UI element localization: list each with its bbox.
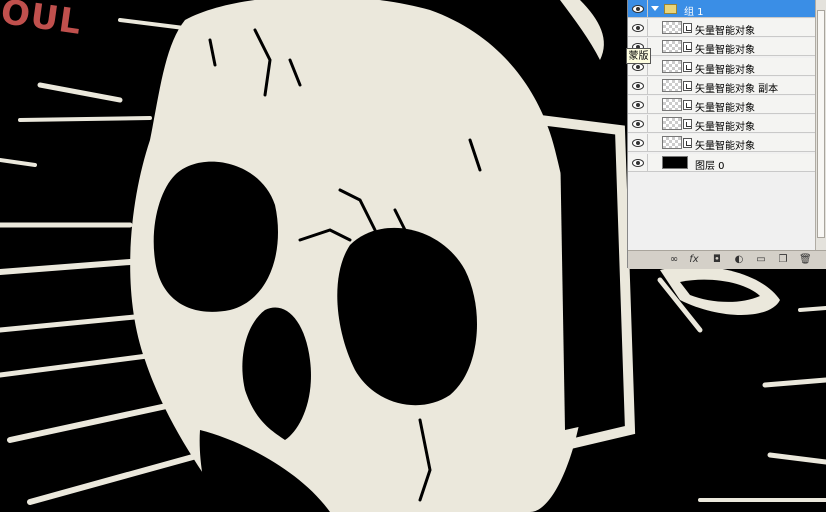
smart-object-icon [683,42,692,53]
layer-thumbnail [662,59,682,73]
mask-icon[interactable]: ◘ [711,254,723,266]
layer-row[interactable]: 矢量智能对象 副本 [628,76,815,95]
smart-object-icon [683,80,692,91]
visibility-eye-icon[interactable] [628,96,648,114]
adjustment-icon[interactable]: ◐ [733,254,745,266]
layers-scrollbar[interactable] [815,0,826,250]
layer-row[interactable]: 矢量智能对象 [628,96,815,114]
smart-object-icon [683,100,692,110]
layer-row[interactable]: 矢量智能对象 [628,19,815,38]
layer-thumbnail [662,136,682,150]
scrollbar-thumb[interactable] [817,10,825,238]
layer-thumbnail [662,40,682,54]
expand-triangle-icon[interactable] [651,6,659,11]
layers-footer: ∞ fx ◘ ◐ ▭ ❐ 🗑 [628,250,826,269]
trash-icon[interactable]: 🗑 [799,254,812,266]
layer-row[interactable]: 矢量智能对象 [628,115,815,134]
layer-thumbnail [662,98,682,111]
layer-thumbnail [662,155,688,169]
smart-object-icon [683,138,692,149]
layer-name: 矢量智能对象 [695,45,755,57]
fx-icon[interactable]: fx [688,254,700,266]
mask-tooltip: 蒙版 [626,48,651,64]
visibility-eye-icon[interactable] [628,0,648,18]
layer-group-row[interactable]: 组 1 [628,0,815,18]
layer-row[interactable]: 矢量智能对象 [628,57,815,76]
layers-panel: 组 1 矢量智能对象 矢量智能对象 矢量智能对象 矢量智能对象 副本 矢量智能对象 矢量智能… [627,0,826,269]
folder-icon [664,4,677,14]
layer-thumbnail [662,78,682,92]
new-layer-icon[interactable]: ❐ [777,254,789,266]
visibility-eye-icon[interactable] [628,153,648,172]
layer-name: 矢量智能对象 [695,64,755,76]
layer-name: 图层 0 [695,160,725,172]
layer-thumbnail [662,21,682,35]
layer-row[interactable]: 图层 0 [628,153,815,172]
layer-name: 矢量智能对象 [695,26,755,38]
smart-object-icon [683,119,692,130]
layer-row[interactable]: 矢量智能对象 [628,134,815,153]
layer-name: 矢量智能对象 [695,103,755,114]
folder-icon[interactable]: ▭ [755,254,767,266]
visibility-eye-icon[interactable] [628,19,648,38]
smart-object-icon [683,23,692,34]
layer-name: 矢量智能对象 [695,141,755,153]
smart-object-icon [683,61,692,72]
layer-row[interactable]: 矢量智能对象 [628,38,815,57]
layer-name: 矢量智能对象 副本 [695,83,779,95]
visibility-eye-icon[interactable] [628,134,648,153]
visibility-eye-icon[interactable] [628,76,648,95]
layer-name: 矢量智能对象 [695,122,755,134]
visibility-eye-icon[interactable] [628,115,648,134]
layer-thumbnail [662,117,682,131]
layer-list: 组 1 矢量智能对象 矢量智能对象 矢量智能对象 矢量智能对象 副本 矢量智能对象 矢量智能… [628,0,815,250]
link-icon[interactable]: ∞ [668,254,680,266]
layer-name: 组 1 [684,7,704,18]
